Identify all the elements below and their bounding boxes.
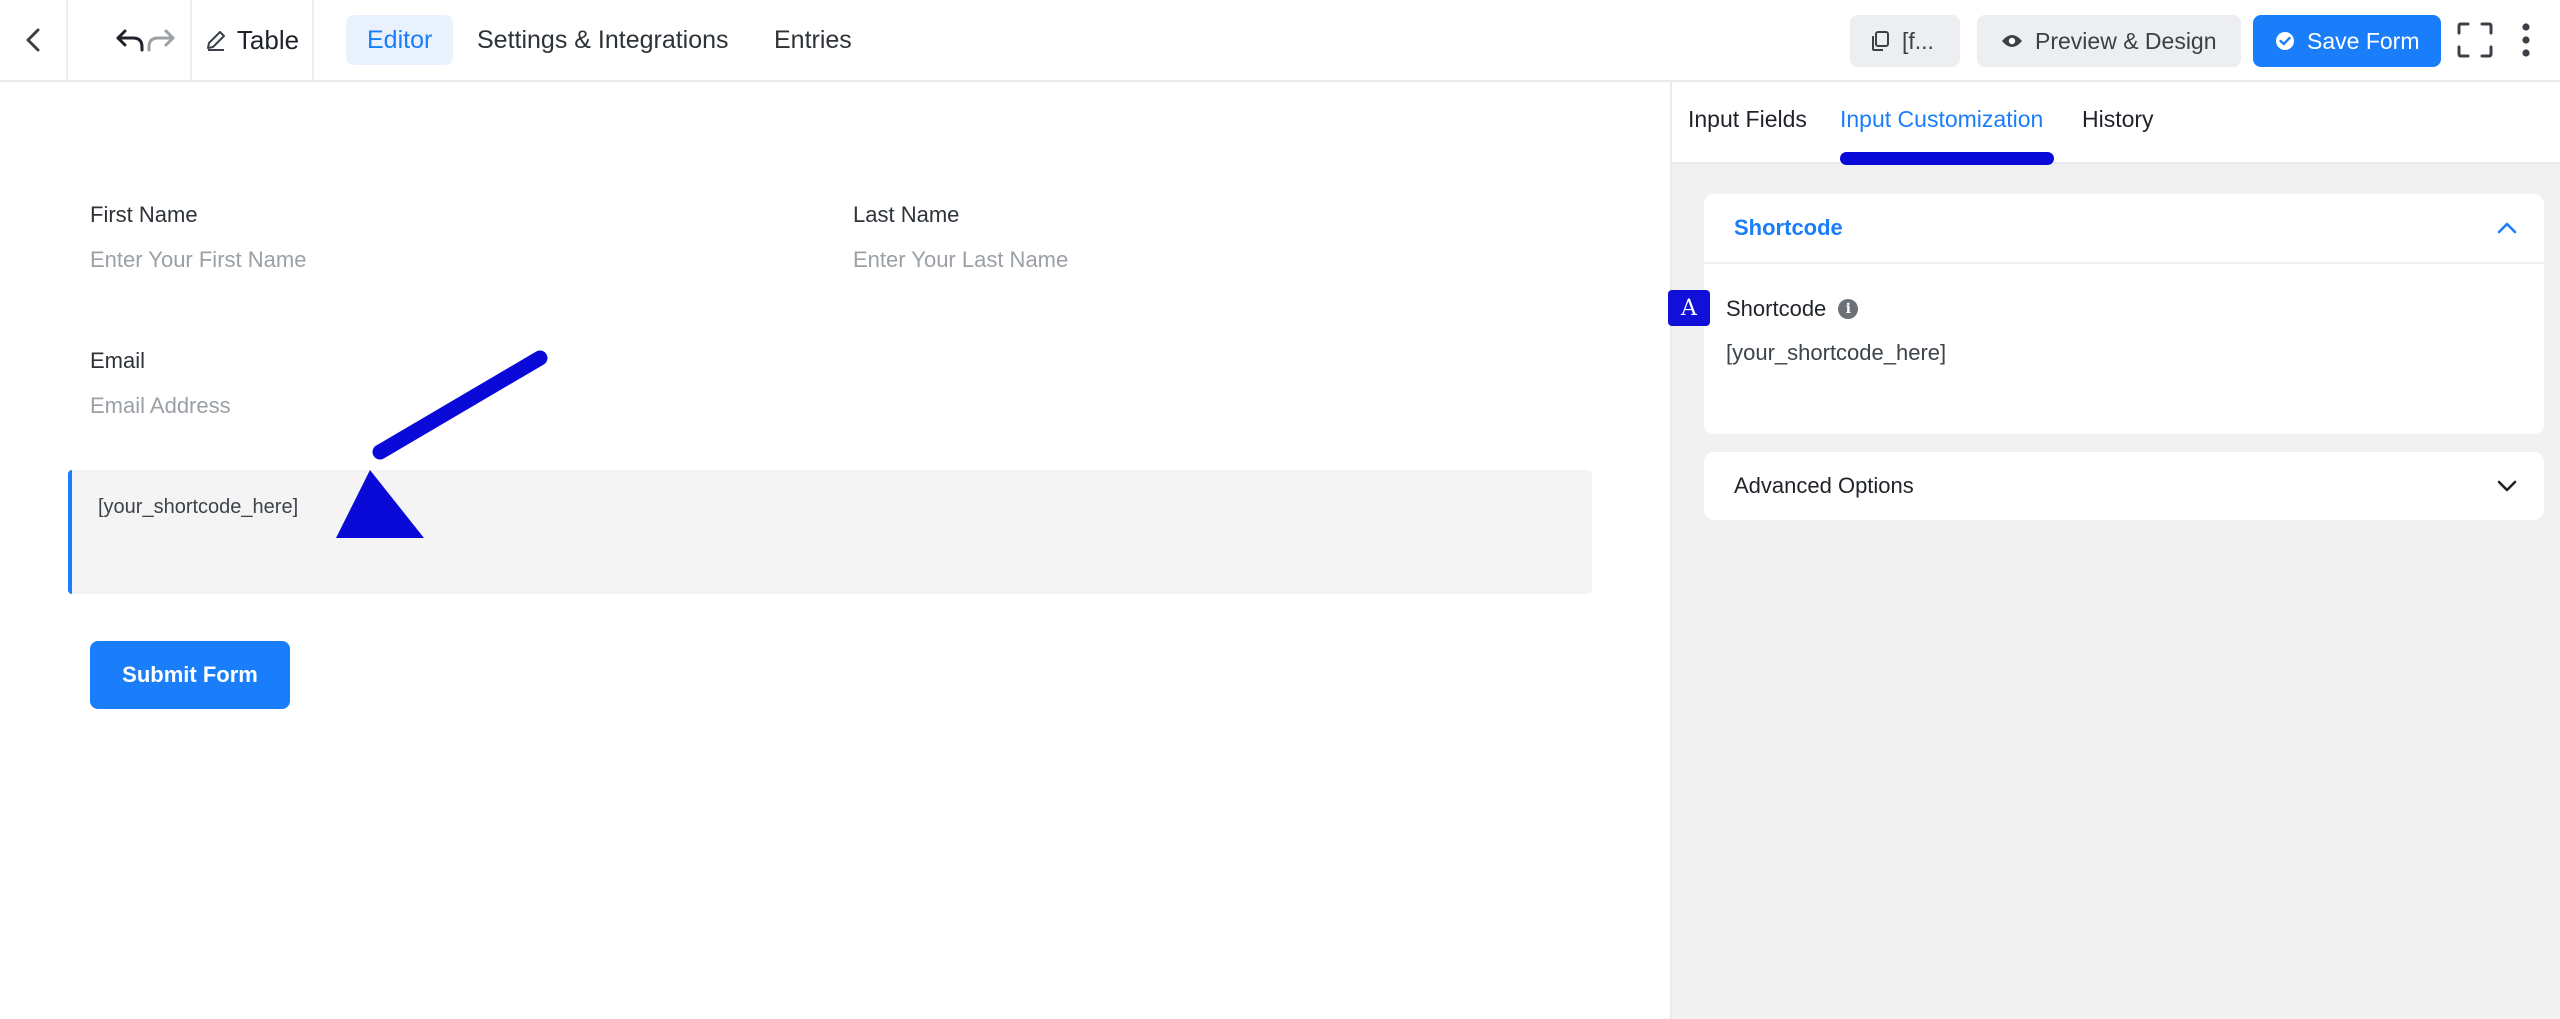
fullscreen-icon: [2457, 22, 2493, 58]
annotation-arrow-icon: [336, 350, 548, 538]
preview-design-button[interactable]: Preview & Design: [1977, 15, 2241, 67]
first-name-input[interactable]: Enter Your First Name: [90, 247, 306, 273]
save-form-label: Save Form: [2307, 27, 2420, 54]
redo-button[interactable]: [128, 0, 194, 80]
form-title: Table: [236, 24, 300, 55]
preview-design-label: Preview & Design: [2035, 27, 2217, 54]
chevron-left-icon: [26, 28, 40, 52]
tab-input-customization[interactable]: Input Customization: [1840, 106, 2043, 133]
shortcode-section-header[interactable]: Shortcode: [1704, 194, 2544, 262]
redo-icon: [147, 29, 175, 52]
form-title-button[interactable]: Table: [192, 0, 312, 80]
settings-sidebar: Input Fields Input Customization History…: [1670, 82, 2560, 1019]
chevron-up-icon: [2497, 222, 2517, 234]
shortcode-text: [your_shortcode_here]: [98, 496, 299, 518]
tab-settings-integrations[interactable]: Settings & Integrations: [456, 15, 750, 65]
save-form-button[interactable]: Save Form: [2253, 15, 2442, 67]
eye-icon: [2002, 35, 2022, 47]
advanced-options-header[interactable]: Advanced Options: [1704, 452, 2544, 520]
shortcode-field-block[interactable]: [your_shortcode_here]: [68, 470, 1592, 594]
top-toolbar: Table Editor Settings & Integrations Ent…: [0, 0, 2560, 82]
pencil-icon: [206, 31, 225, 51]
form-canvas: First Name Enter Your First Name Last Na…: [0, 82, 1670, 1019]
vertical-dots-icon: [2522, 23, 2530, 57]
shortcode-field-label-row: Shortcode i: [1726, 296, 1859, 322]
tab-editor[interactable]: Editor: [346, 15, 454, 65]
submit-form-button[interactable]: Submit Form: [90, 641, 290, 709]
advanced-options-title: Advanced Options: [1734, 473, 1914, 498]
more-options-button[interactable]: [2506, 0, 2546, 80]
last-name-input[interactable]: Enter Your Last Name: [853, 247, 1068, 273]
first-name-label: First Name: [90, 202, 198, 227]
tab-entries[interactable]: Entries: [753, 15, 873, 65]
shortcode-field-label: Shortcode: [1726, 296, 1827, 321]
last-name-label: Last Name: [853, 202, 960, 227]
annotation-underline: [1840, 152, 2054, 165]
shortcode-section-title: Shortcode: [1734, 215, 1843, 240]
chevron-down-icon: [2497, 480, 2517, 492]
email-label: Email: [90, 348, 146, 373]
fullscreen-button[interactable]: [2450, 0, 2500, 80]
shortcode-copy-label: [f...: [1902, 27, 1934, 54]
copy-shortcode-button[interactable]: [f...: [1850, 15, 1960, 67]
shortcode-card: Shortcode Shortcode i [your_shortcode_he…: [1704, 194, 2544, 434]
tab-input-fields[interactable]: Input Fields: [1688, 106, 1807, 133]
advanced-options-card: Advanced Options: [1704, 452, 2544, 520]
tab-history[interactable]: History: [2082, 106, 2154, 133]
info-icon[interactable]: i: [1838, 299, 1859, 319]
copy-icon: [1872, 31, 1889, 51]
email-input[interactable]: Email Address: [90, 393, 231, 419]
sidebar-tabs: Input Fields Input Customization History: [1672, 82, 2560, 165]
back-button[interactable]: [0, 0, 66, 80]
annotation-badge: A: [1668, 290, 1710, 326]
shortcode-field-value[interactable]: [your_shortcode_here]: [1726, 340, 1946, 366]
check-circle-icon: [2276, 32, 2294, 50]
